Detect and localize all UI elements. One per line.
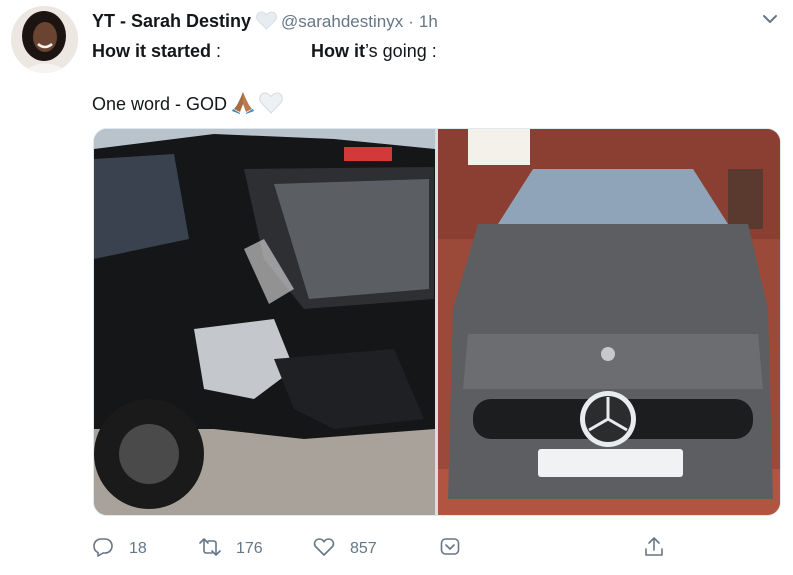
white-heart-icon xyxy=(256,11,277,35)
reply-button[interactable]: 18 xyxy=(92,536,147,562)
praying-hands-icon xyxy=(231,90,255,120)
white-heart-icon xyxy=(259,92,283,120)
going-label: How it’s going : xyxy=(311,41,437,61)
reply-icon xyxy=(92,536,114,563)
avatar[interactable] xyxy=(11,6,78,73)
separator-dot: · xyxy=(408,12,414,31)
reply-count: 18 xyxy=(129,540,147,557)
tweet-text-line-2: One word - GOD xyxy=(92,90,283,120)
tweet-actions: 18 176 857 xyxy=(92,536,672,566)
share-icon xyxy=(643,536,665,563)
timestamp[interactable]: 1h xyxy=(419,12,438,31)
tweet-header: YT - Sarah Destiny @sarahdestinyx · 1h xyxy=(92,10,773,34)
like-button[interactable]: 857 xyxy=(313,536,377,562)
chevron-down-icon[interactable] xyxy=(761,10,779,28)
heart-icon xyxy=(313,536,335,563)
like-count: 857 xyxy=(350,540,377,557)
display-name[interactable]: YT - Sarah Destiny xyxy=(92,11,251,31)
tweet-media[interactable] xyxy=(93,128,781,516)
user-handle[interactable]: @sarahdestinyx xyxy=(281,12,403,31)
retweet-icon xyxy=(199,536,221,563)
crashed-car-photo[interactable] xyxy=(94,129,435,515)
started-label: How it started : xyxy=(92,41,222,61)
one-word-text: One word - GOD xyxy=(92,94,228,114)
save-icon xyxy=(439,536,461,563)
tweet-text-line-1: How it started : How it’s going : xyxy=(92,40,437,62)
share-button[interactable] xyxy=(643,536,665,562)
retweet-count: 176 xyxy=(236,540,263,557)
new-mercedes-photo[interactable] xyxy=(438,129,780,515)
retweet-button[interactable]: 176 xyxy=(199,536,263,562)
save-button[interactable] xyxy=(439,536,461,562)
